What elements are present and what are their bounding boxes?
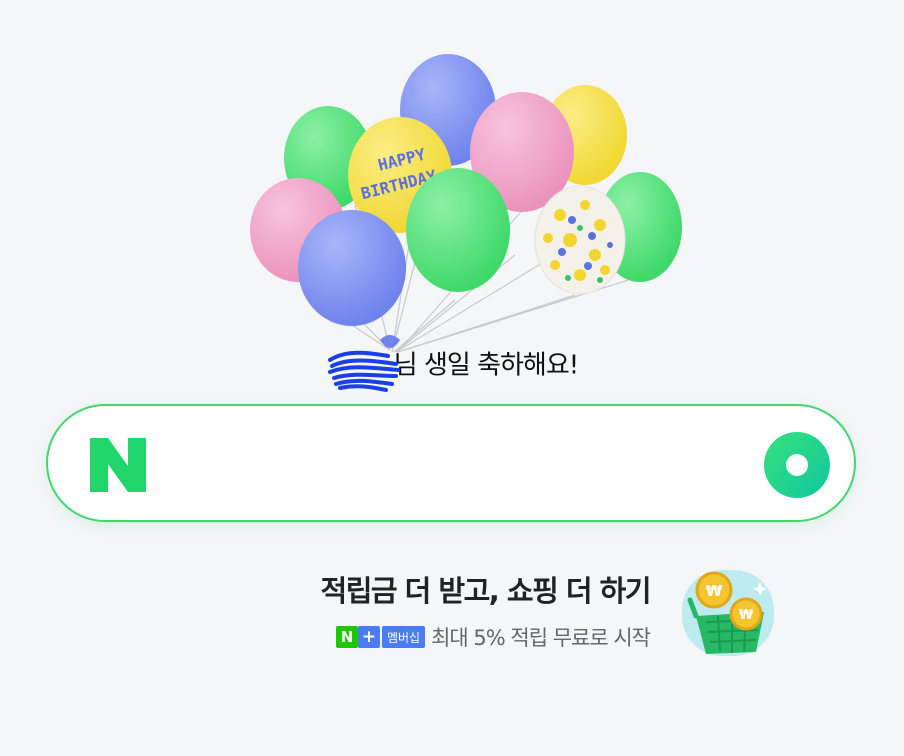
- search-button[interactable]: [762, 430, 832, 500]
- svg-text:₩: ₩: [706, 582, 723, 600]
- search-icon: [764, 432, 830, 498]
- promo-subtitle-row[interactable]: N + 멤버십 최대 5% 적립 무료로 시작: [335, 622, 651, 652]
- greeting-text: 님 생일 축하해요!: [393, 350, 579, 381]
- search-input[interactable]: [176, 436, 740, 494]
- plus-badge: +: [357, 626, 380, 648]
- naver-n-logo[interactable]: [90, 438, 146, 492]
- coin-basket-icon[interactable]: ₩ ₩: [676, 564, 780, 660]
- birthday-greeting: 님 생일 축하해요!: [0, 343, 904, 392]
- naver-badge: N: [335, 626, 358, 648]
- search-bar[interactable]: [46, 404, 856, 522]
- membership-promo[interactable]: 적립금 더 받고, 쇼핑 더 하기 N + 멤버십 최대 5% 적립 무료로 시…: [270, 560, 790, 670]
- redacted-name-scribble: [327, 350, 400, 392]
- svg-text:₩: ₩: [739, 608, 754, 623]
- promo-title[interactable]: 적립금 더 받고, 쇼핑 더 하기: [321, 568, 652, 610]
- confetti-balloon: [534, 185, 626, 295]
- promo-subtitle: 최대 5% 적립 무료로 시작: [431, 626, 651, 650]
- balloon-blue: [298, 210, 406, 326]
- membership-badge: 멤버십: [381, 626, 426, 648]
- balloon-green: [406, 168, 510, 292]
